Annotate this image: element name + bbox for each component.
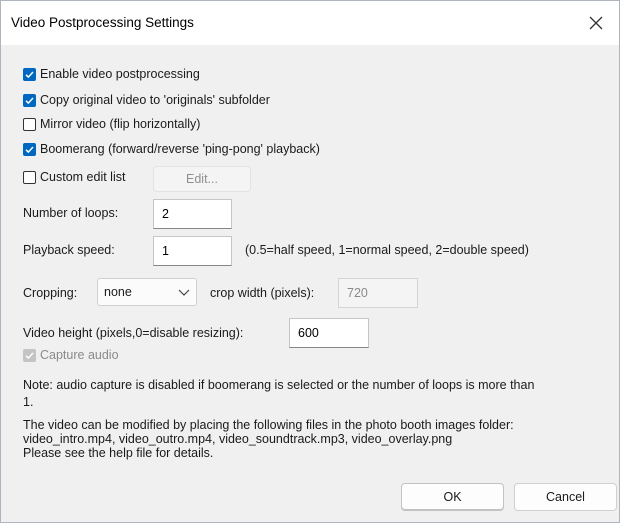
cancel-button[interactable]: Cancel xyxy=(514,483,617,511)
speed-input[interactable]: 1 xyxy=(153,236,232,266)
checkbox-checked[interactable] xyxy=(23,142,36,156)
video-height-label: Video height (pixels,0=disable resizing)… xyxy=(23,326,244,340)
files-note-line2: video_intro.mp4, video_outro.mp4, video_… xyxy=(23,432,453,446)
mirror-video-checkbox[interactable]: Mirror video (flip horizontally) xyxy=(23,117,200,131)
mirror-video-label: Mirror video (flip horizontally) xyxy=(40,117,201,131)
speed-hint: (0.5=half speed, 1=normal speed, 2=doubl… xyxy=(245,243,529,257)
enable-postprocessing-checkbox[interactable]: Enable video postprocessing xyxy=(23,67,200,81)
close-button[interactable] xyxy=(573,1,619,45)
edit-button[interactable]: Edit... xyxy=(153,166,251,192)
title-bar: Video Postprocessing Settings xyxy=(1,1,619,45)
checkbox-unchecked[interactable] xyxy=(23,117,36,131)
enable-postprocessing-label: Enable video postprocessing xyxy=(40,67,200,81)
checkmark-icon xyxy=(25,70,34,78)
custom-edit-list-checkbox[interactable]: Custom edit list xyxy=(23,170,125,184)
boomerang-label: Boomerang (forward/reverse 'ping-pong' p… xyxy=(40,142,320,156)
crop-width-label: crop width (pixels): xyxy=(210,286,315,300)
checkbox-checked-disabled[interactable] xyxy=(23,348,36,362)
audio-note-line1: Note: audio capture is disabled if boome… xyxy=(23,378,535,392)
files-note-line3: Please see the help file for details. xyxy=(23,446,214,460)
checkbox-checked[interactable] xyxy=(23,67,36,81)
capture-audio-label: Capture audio xyxy=(40,348,119,362)
audio-note: Note: audio capture is disabled if boome… xyxy=(23,378,534,409)
files-note-line1: The video can be modified by placing the… xyxy=(23,418,514,432)
checkbox-checked[interactable] xyxy=(23,93,36,107)
copy-original-checkbox[interactable]: Copy original video to 'originals' subfo… xyxy=(23,93,270,107)
capture-audio-checkbox[interactable]: Capture audio xyxy=(23,348,119,362)
chevron-down-icon xyxy=(178,289,190,296)
cropping-label: Cropping: xyxy=(23,286,78,300)
cropping-dropdown[interactable]: none xyxy=(97,278,197,306)
checkmark-icon xyxy=(25,96,34,104)
dialog-title: Video Postprocessing Settings xyxy=(11,15,194,30)
boomerang-checkbox[interactable]: Boomerang (forward/reverse 'ping-pong' p… xyxy=(23,142,320,156)
cropping-selected-value: none xyxy=(104,285,132,299)
loops-label: Number of loops: xyxy=(23,206,119,220)
dialog-body: Enable video postprocessing Copy origina… xyxy=(1,45,619,524)
checkmark-icon xyxy=(25,145,34,153)
video-height-input[interactable]: 600 xyxy=(289,318,369,348)
loops-input[interactable]: 2 xyxy=(153,199,232,229)
audio-note-line2: 1. xyxy=(23,395,34,409)
crop-width-input[interactable]: 720 xyxy=(338,278,418,308)
close-icon xyxy=(589,16,603,30)
checkmark-icon xyxy=(25,351,34,359)
video-postprocessing-dialog: Video Postprocessing Settings Enable vid… xyxy=(0,0,620,523)
speed-label: Playback speed: xyxy=(23,243,115,257)
copy-original-label: Copy original video to 'originals' subfo… xyxy=(40,93,270,107)
ok-button[interactable]: OK xyxy=(401,483,504,511)
checkbox-unchecked[interactable] xyxy=(23,170,36,184)
custom-edit-list-label: Custom edit list xyxy=(40,170,126,184)
files-note: The video can be modified by placing the… xyxy=(23,418,514,460)
